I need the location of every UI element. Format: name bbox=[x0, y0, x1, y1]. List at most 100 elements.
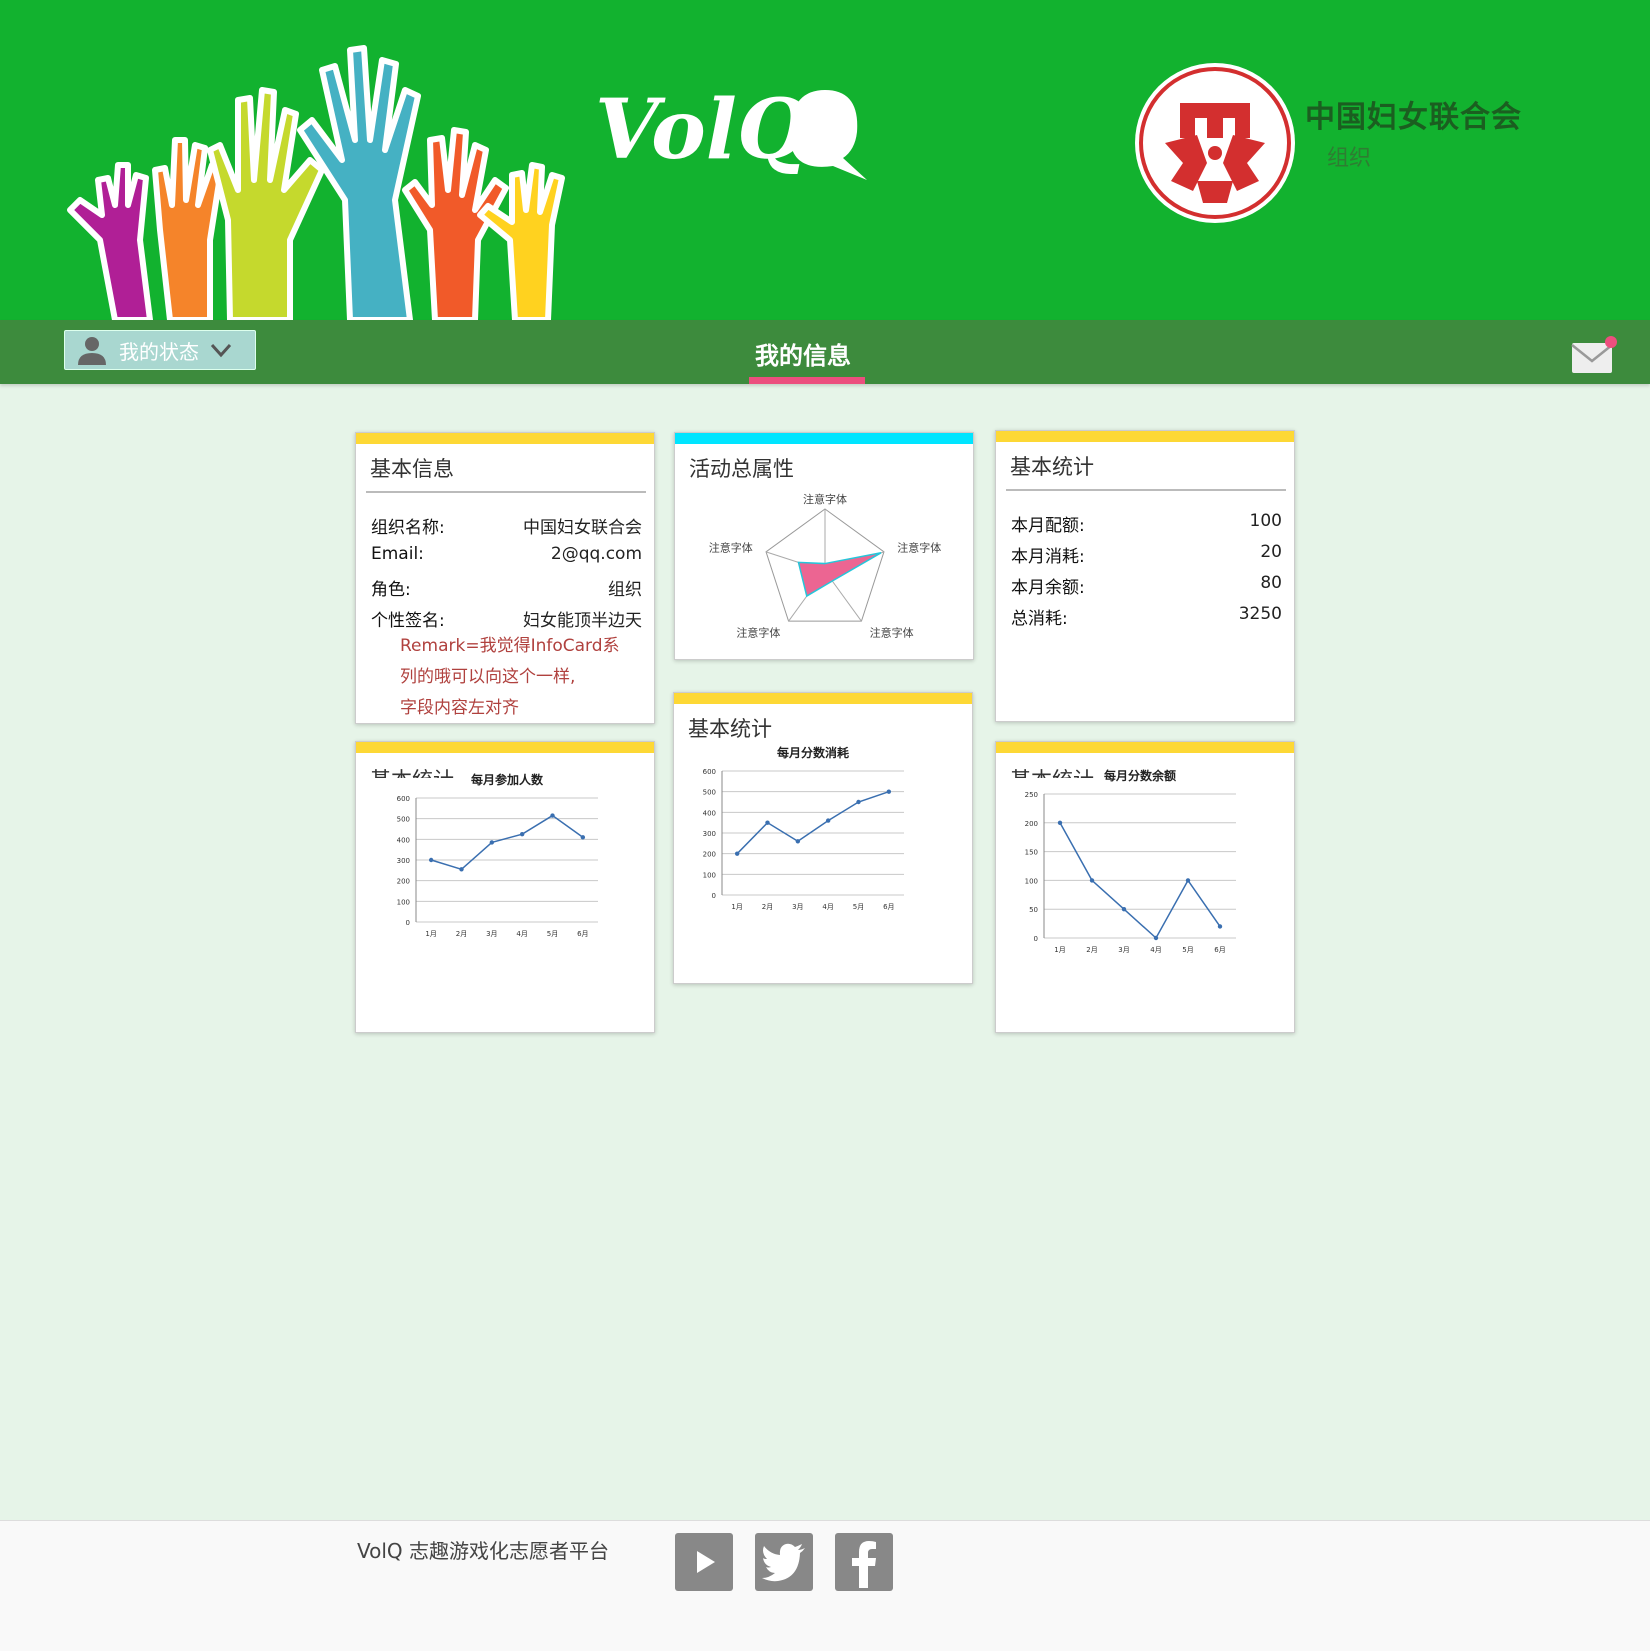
row-value: 中国妇女联合会 bbox=[523, 518, 642, 538]
x-tick-label: 3月 bbox=[792, 903, 803, 911]
x-tick-label: 1月 bbox=[731, 903, 742, 911]
row-key: Email: bbox=[371, 544, 424, 564]
x-tick-label: 6月 bbox=[883, 903, 894, 911]
row-value: 妇女能顶半边天 bbox=[523, 611, 642, 631]
stat-row-quota: 本月配额: 100 bbox=[1011, 511, 1282, 537]
stats-card: 基本统计 本月配额: 100 本月消耗: 20 本月余额: 80 总消耗: 32… bbox=[995, 430, 1295, 722]
divider bbox=[366, 491, 646, 493]
twitter-button[interactable] bbox=[755, 1533, 813, 1591]
row-value: 2@qq.com bbox=[550, 544, 642, 564]
series-line bbox=[430, 814, 584, 871]
x-tick-label: 4月 bbox=[822, 903, 833, 911]
y-tick-label: 500 bbox=[397, 816, 410, 824]
raised-hands-illustration bbox=[67, 45, 565, 320]
row-key: 本月配额: bbox=[1011, 516, 1085, 536]
card-title: 基本统计 bbox=[688, 717, 772, 741]
row-value: 3250 bbox=[1238, 604, 1282, 624]
y-tick-label: 300 bbox=[703, 830, 716, 838]
card-accent-bar bbox=[674, 693, 972, 704]
row-key: 个性签名: bbox=[371, 611, 445, 631]
data-point bbox=[734, 851, 740, 856]
info-row-role: 角色: 组织 bbox=[371, 575, 642, 601]
data-point bbox=[1153, 935, 1159, 941]
youtube-icon bbox=[677, 1541, 731, 1583]
series-line bbox=[736, 790, 890, 855]
row-key: 角色: bbox=[371, 580, 411, 600]
data-point bbox=[886, 789, 892, 794]
logo-text: VolQ bbox=[595, 82, 808, 178]
row-value: 组织 bbox=[608, 580, 642, 600]
x-tick-label: 5月 bbox=[853, 903, 864, 911]
data-point bbox=[1185, 878, 1191, 883]
info-row-org-name: 组织名称: 中国妇女联合会 bbox=[371, 513, 642, 539]
youtube-button[interactable] bbox=[675, 1533, 733, 1591]
y-tick-label: 100 bbox=[703, 871, 716, 879]
active-tab-indicator bbox=[749, 377, 865, 384]
my-status-label: 我的状态 bbox=[119, 339, 199, 364]
user-icon bbox=[78, 337, 106, 365]
x-tick-label: 2月 bbox=[456, 930, 467, 938]
y-tick-label: 300 bbox=[397, 857, 410, 865]
remark-note: Remark=我觉得InfoCard系 列的哦可以向这个一样, 字段内容左对齐 bbox=[400, 631, 630, 723]
y-tick-label: 50 bbox=[1029, 906, 1038, 914]
x-tick-label: 1月 bbox=[1054, 946, 1065, 954]
data-point bbox=[1057, 820, 1063, 825]
divider bbox=[1006, 489, 1286, 491]
footer: VolQ 志趣游戏化志愿者平台 bbox=[0, 1520, 1650, 1651]
x-tick-label: 2月 bbox=[762, 903, 773, 911]
card-accent-bar bbox=[996, 742, 1294, 753]
info-row-email: Email: 2@qq.com bbox=[371, 544, 642, 570]
tab-my-info[interactable]: 我的信息 bbox=[755, 336, 851, 371]
header-banner: VolQ 中国妇女联合会 组织 bbox=[0, 0, 1650, 320]
y-tick-label: 100 bbox=[397, 898, 410, 906]
x-tick-label: 2月 bbox=[1086, 946, 1097, 954]
x-tick-label: 5月 bbox=[1182, 946, 1193, 954]
data-point bbox=[856, 799, 861, 805]
basic-info-card: 基本信息 组织名称: 中国妇女联合会 Email: 2@qq.com 角色: 组… bbox=[355, 432, 655, 724]
data-point bbox=[1217, 924, 1223, 929]
org-emblem-icon bbox=[1139, 67, 1291, 219]
facebook-icon bbox=[852, 1541, 876, 1588]
nav-bar: 我的状态 我的信息 bbox=[0, 320, 1650, 384]
row-key: 组织名称: bbox=[371, 518, 445, 538]
line-chart-score-consumption: 每月分数消耗 0 100 200 300 400 500 600 1月 2月 3月 4月 5月 6月 bbox=[703, 745, 904, 911]
row-key: 本月余额: bbox=[1011, 578, 1085, 598]
card-accent-bar bbox=[356, 433, 654, 444]
line-chart-participants: 每月参加人数 0 100 200 300 400 500 600 1月 2月 3月 4月 5月 6月 bbox=[397, 772, 598, 938]
row-value: 20 bbox=[1260, 542, 1282, 562]
my-status-dropdown[interactable]: 我的状态 bbox=[64, 330, 256, 370]
y-tick-label: 250 bbox=[1025, 791, 1038, 799]
stat-row-total: 总消耗: 3250 bbox=[1011, 604, 1282, 630]
y-tick-label: 500 bbox=[703, 789, 716, 797]
row-value: 80 bbox=[1260, 573, 1282, 593]
chart-title: 每月分数消耗 bbox=[777, 745, 849, 760]
radar-axis-label: 注意字体 bbox=[870, 625, 914, 639]
y-tick-label: 200 bbox=[703, 851, 716, 859]
mail-icon[interactable] bbox=[1570, 335, 1618, 375]
org-avatar[interactable] bbox=[1135, 63, 1295, 223]
stat-row-consumed: 本月消耗: 20 bbox=[1011, 542, 1282, 568]
card-title: 活动总属性 bbox=[689, 457, 794, 481]
monthly-participants-card: 基本统计 每月参加人数01002003004005006001月2月3月4月5月… bbox=[355, 741, 655, 1033]
y-tick-label: 0 bbox=[1034, 935, 1038, 943]
volq-logo: VolQ bbox=[595, 82, 867, 180]
facebook-button[interactable] bbox=[835, 1533, 893, 1591]
data-point bbox=[1089, 878, 1095, 883]
x-tick-label: 3月 bbox=[1118, 946, 1129, 954]
x-tick-label: 1月 bbox=[425, 930, 436, 938]
y-tick-label: 200 bbox=[1025, 820, 1038, 828]
x-tick-label: 6月 bbox=[1214, 946, 1225, 954]
y-tick-label: 600 bbox=[397, 795, 410, 803]
row-value: 100 bbox=[1249, 511, 1282, 531]
activity-attributes-card: 活动总属性 注意字体 注意字体 注意字体 注意字体 注意字体 bbox=[674, 432, 974, 660]
monthly-balance-card: 基本统计 每月分数余额0501001502002501月2月3月4月5月6月 bbox=[995, 741, 1295, 1033]
y-tick-label: 150 bbox=[1025, 849, 1038, 857]
radar-area bbox=[797, 552, 882, 598]
twitter-icon bbox=[762, 1543, 805, 1582]
y-tick-label: 0 bbox=[712, 892, 716, 900]
data-point bbox=[795, 839, 801, 844]
y-tick-label: 600 bbox=[703, 768, 716, 776]
data-point bbox=[580, 835, 586, 840]
card-title: 基本统计 bbox=[1010, 455, 1094, 479]
row-key: 总消耗: bbox=[1011, 609, 1068, 629]
